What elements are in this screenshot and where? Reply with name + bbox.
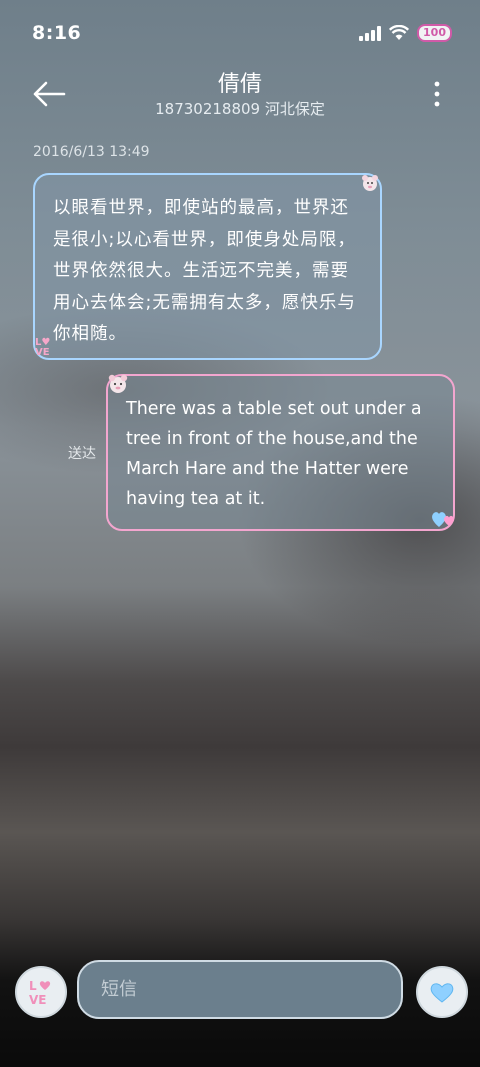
message-timestamp: 2016/6/13 13:49 — [33, 144, 150, 160]
status-time: 8:16 — [32, 22, 82, 44]
bear-sticker-icon — [108, 374, 128, 393]
outgoing-message-bubble[interactable]: There was a table set out under a tree i… — [106, 374, 455, 531]
send-button[interactable] — [416, 966, 468, 1018]
message-text: 以眼看世界，即使站的最高，世界还是很小;以心看世界，即使身处局限，世界依然很大。… — [53, 198, 356, 344]
love-sticker-button[interactable]: L VE — [15, 966, 67, 1018]
svg-text:L: L — [29, 979, 37, 993]
love-sticker-icon: L VE — [29, 979, 51, 1007]
more-vertical-icon[interactable] — [432, 80, 442, 108]
message-text: There was a table set out under a tree i… — [126, 399, 422, 509]
wifi-icon — [389, 25, 410, 40]
conversation-header: 倩倩 18730218809 河北保定 — [0, 62, 480, 132]
status-icons: 100 — [359, 24, 452, 42]
bear-sticker-icon — [362, 175, 378, 191]
signal-icon — [359, 25, 382, 41]
love-sticker-icon: L♥ VE — [35, 337, 51, 358]
svg-text:VE: VE — [29, 993, 46, 1007]
composer-bar: L VE — [0, 958, 480, 1024]
status-bar: 8:16 100 — [0, 0, 480, 68]
heart-send-icon — [430, 983, 454, 1003]
message-input[interactable] — [77, 960, 403, 1019]
battery-icon: 100 — [417, 24, 452, 42]
incoming-message-bubble[interactable]: 以眼看世界，即使站的最高，世界还是很小;以心看世界，即使身处局限，世界依然很大。… — [33, 173, 382, 360]
hearts-sticker-icon — [432, 512, 454, 527]
delivery-status: 送达 — [68, 446, 96, 462]
contact-name: 倩倩 — [217, 72, 262, 97]
contact-info: 18730218809 河北保定 — [155, 100, 325, 118]
